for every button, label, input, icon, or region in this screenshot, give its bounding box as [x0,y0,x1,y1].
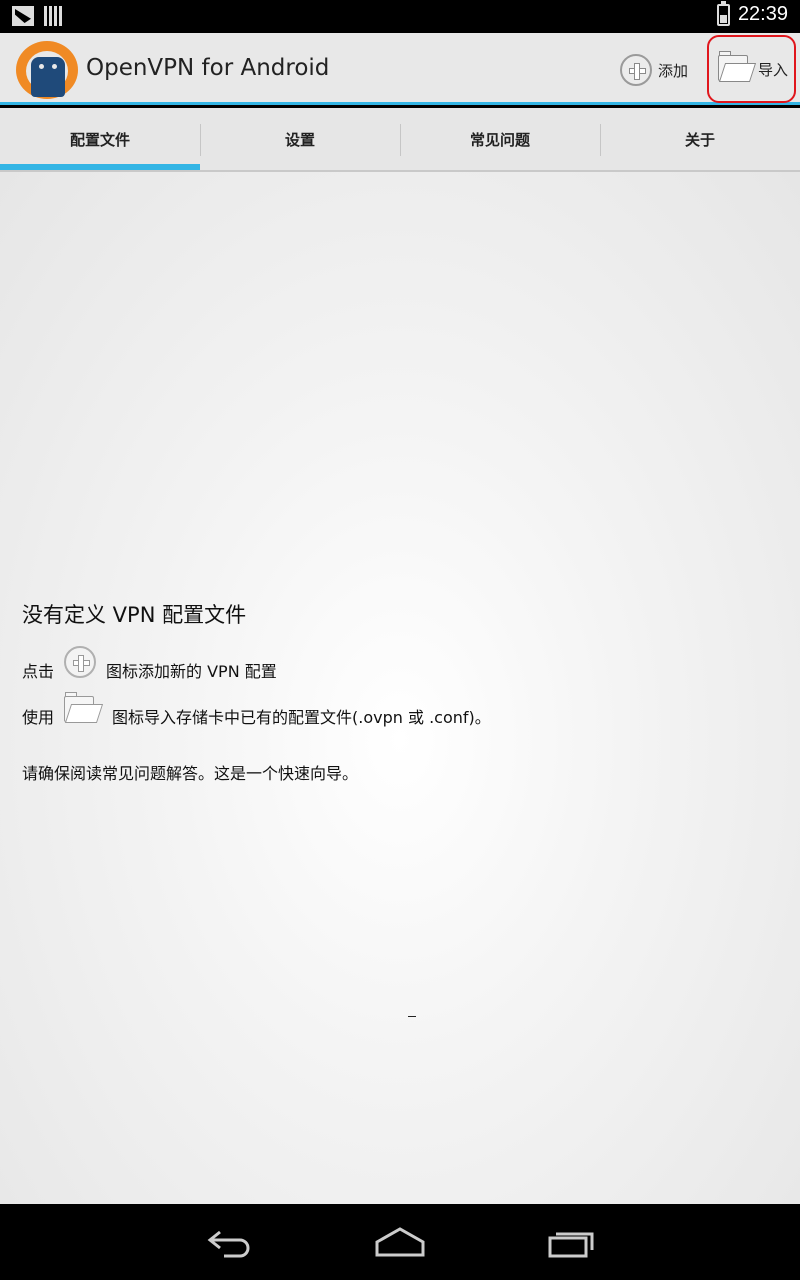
empty-state-line-faq: 请确保阅读常见问题解答。这是一个快速向导。 [22,760,358,784]
recent-apps-icon[interactable] [546,1226,598,1258]
add-icon [620,54,652,86]
add-icon [64,646,97,678]
line2-prefix: 使用 [22,708,55,727]
barcode-notification-icon [44,6,62,26]
add-profile-button[interactable]: 添加 [620,53,688,87]
import-profile-button[interactable]: 导入 [707,35,796,103]
line1-prefix: 点击 [22,662,55,681]
empty-state-title: 没有定义 VPN 配置文件 [22,603,247,627]
status-bar: 22:39 [0,0,800,33]
tab-about[interactable]: 关于 [600,108,800,170]
tab-profiles[interactable]: 配置文件 [0,108,200,170]
cursor-mark [408,1016,416,1017]
folder-icon [64,692,104,724]
line1-suffix: 图标添加新的 VPN 配置 [106,662,277,681]
back-icon[interactable] [204,1226,256,1258]
status-right: 22:39 [716,0,788,26]
notification-icons [12,6,62,26]
add-label: 添加 [658,61,689,80]
openvpn-logo-icon[interactable] [16,39,80,99]
battery-icon [716,0,730,26]
tab-faq[interactable]: 常见问题 [400,108,600,170]
import-label: 导入 [757,60,788,79]
debug-notification-icon [12,6,34,26]
line2-suffix: 图标导入存储卡中已有的配置文件(.ovpn 或 .conf)。 [112,708,491,727]
empty-state-line-import: 使用 图标导入存储卡中已有的配置文件(.ovpn 或 .conf)。 [22,692,491,730]
folder-icon [717,51,757,83]
tab-bar: 配置文件 设置 常见问题 关于 [0,108,800,172]
status-clock: 22:39 [737,3,788,25]
app-title: OpenVPN for Android [86,55,330,81]
action-bar: OpenVPN for Android 添加 导入 [0,33,800,105]
home-icon[interactable] [374,1226,426,1258]
tab-settings[interactable]: 设置 [200,108,400,170]
profile-list-area: 没有定义 VPN 配置文件 点击 图标添加新的 VPN 配置 使用 图标导入存储… [0,172,800,1204]
empty-state-line-add: 点击 图标添加新的 VPN 配置 [22,646,277,686]
line3-text: 请确保阅读常见问题解答。这是一个快速向导。 [22,764,359,783]
system-nav-bar [0,1204,800,1280]
